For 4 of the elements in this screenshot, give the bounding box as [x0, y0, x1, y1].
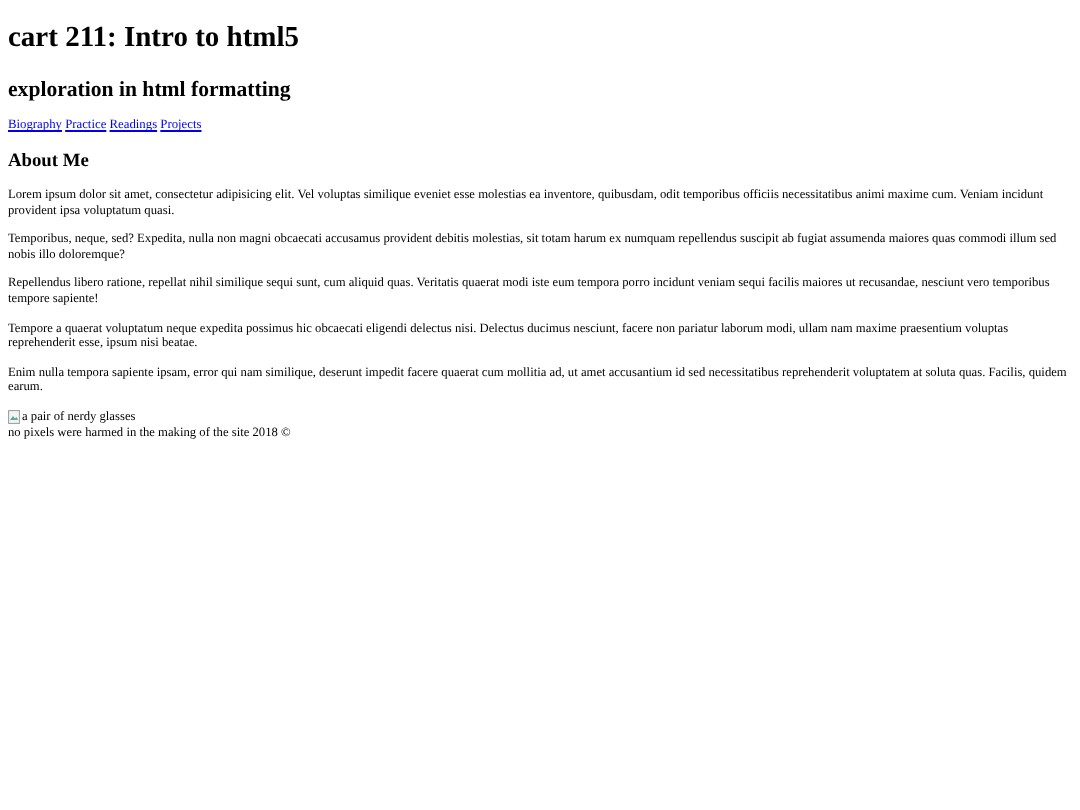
- broken-image-icon: [8, 410, 20, 425]
- section-heading: About Me: [8, 150, 91, 174]
- page-subtitle: exploration in html formatting: [8, 76, 293, 104]
- page-title: cart 211: Intro to html5: [8, 20, 302, 56]
